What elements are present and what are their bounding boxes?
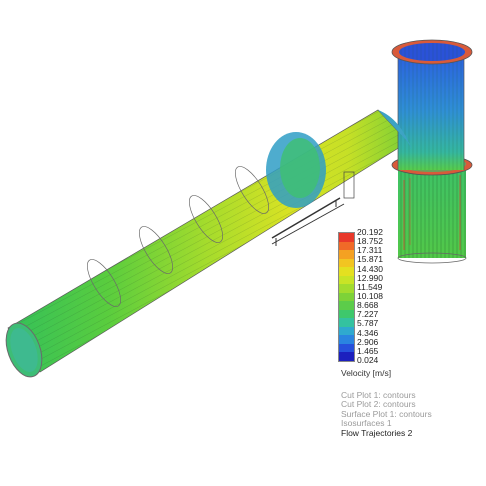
outlet-pipe (391, 154, 473, 264)
legend-title: Velocity [m/s] (341, 368, 392, 378)
legend-swatch (339, 352, 354, 362)
feature-item[interactable]: Flow Trajectories 2 (341, 428, 432, 438)
legend-tick-label: 0.024 (357, 355, 379, 365)
feature-list: Cut Plot 1: contours Cut Plot 2: contours… (341, 390, 432, 438)
legend-color-bar (338, 232, 355, 362)
